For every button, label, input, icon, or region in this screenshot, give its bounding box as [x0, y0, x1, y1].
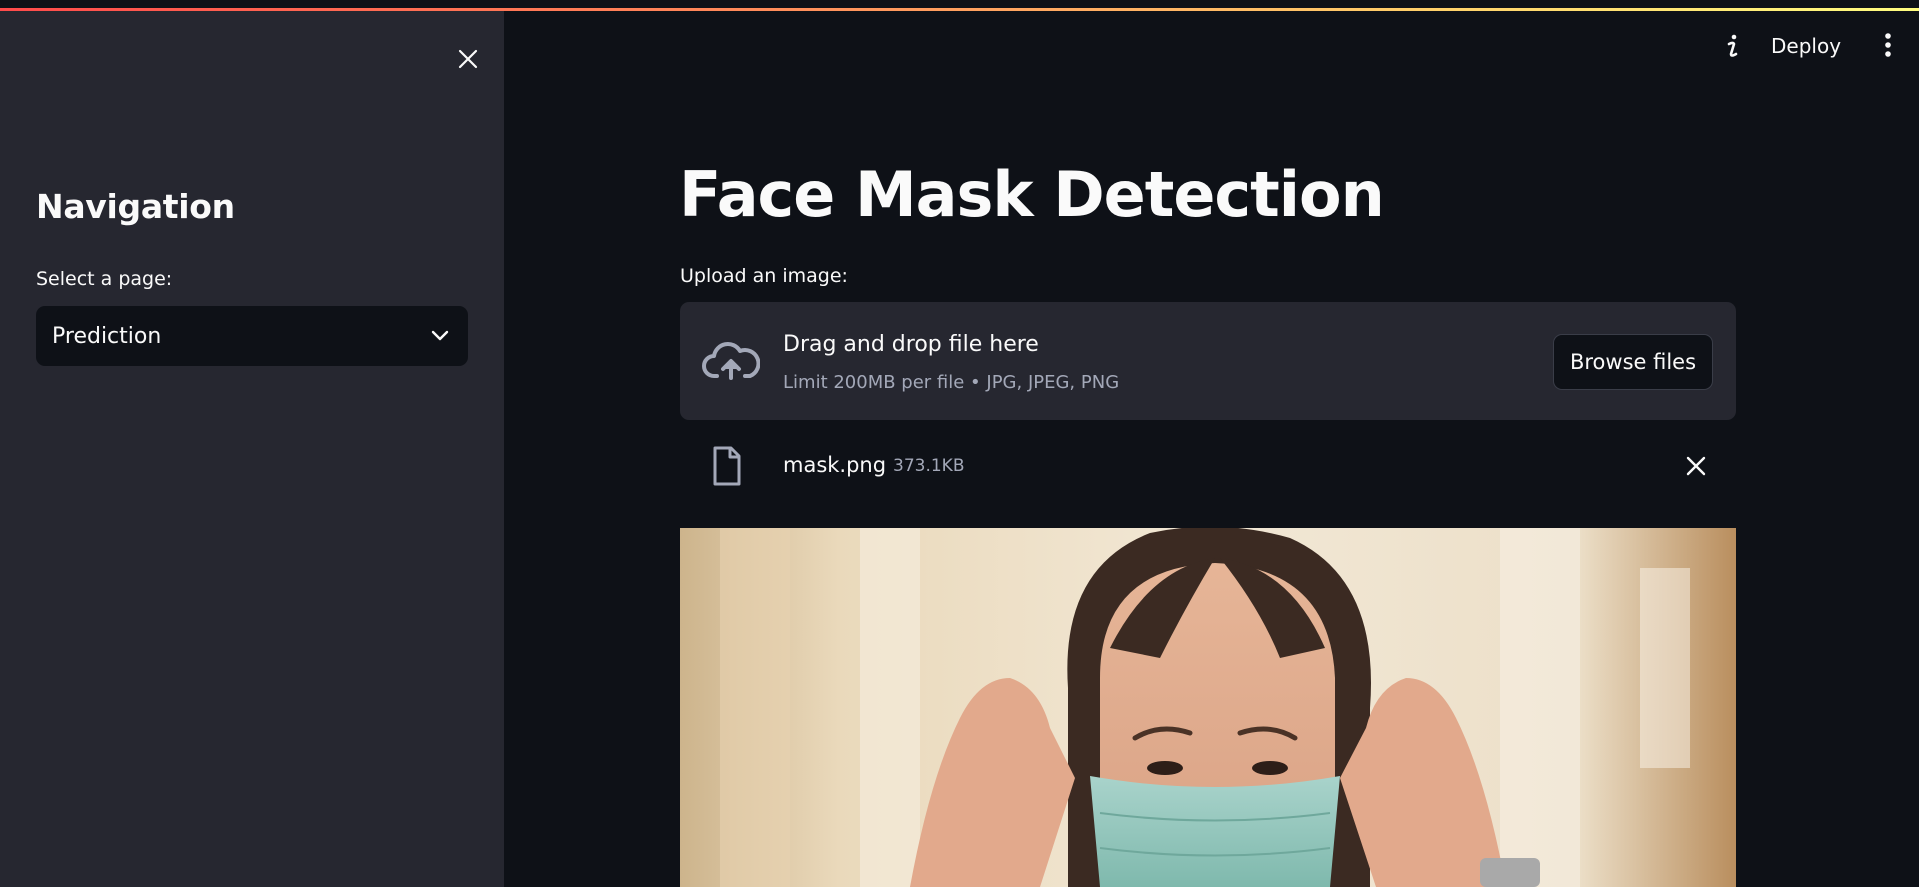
info-icon: [1727, 34, 1738, 57]
upload-label: Upload an image:: [680, 265, 848, 287]
sidebar: Navigation Select a page: Prediction: [0, 11, 504, 887]
close-icon: [458, 49, 478, 69]
remove-file-button[interactable]: [1680, 450, 1712, 482]
cloud-upload-icon: [702, 341, 760, 380]
dropzone-title: Drag and drop file here: [783, 332, 1039, 357]
dropzone-limits: Limit 200MB per file • JPG, JPEG, PNG: [783, 372, 1120, 393]
deploy-button[interactable]: Deploy: [1771, 30, 1841, 62]
main-menu-button[interactable]: [1873, 28, 1903, 62]
uploaded-file-item: mask.png 373.1KB: [680, 440, 1736, 492]
face-mask-photo: [680, 528, 1736, 887]
about-button[interactable]: [1718, 30, 1748, 62]
uploaded-file-size: 373.1KB: [893, 456, 965, 476]
uploaded-image-preview: [680, 528, 1736, 887]
file-dropzone[interactable]: Drag and drop file here Limit 200MB per …: [680, 302, 1736, 420]
top-decoration-bar: [0, 0, 1919, 11]
page-select-value: Prediction: [52, 323, 162, 349]
chevron-down-icon: [428, 324, 452, 348]
page-select-label: Select a page:: [36, 268, 173, 290]
page-select[interactable]: Prediction: [36, 306, 468, 366]
uploaded-file-name: mask.png: [783, 453, 887, 477]
close-sidebar-button[interactable]: [453, 44, 483, 74]
more-vertical-icon: [1885, 33, 1891, 57]
page-title: Face Mask Detection: [679, 158, 1385, 231]
close-icon: [1686, 456, 1706, 476]
browse-files-button[interactable]: Browse files: [1553, 334, 1713, 390]
file-icon: [713, 446, 741, 486]
sidebar-title: Navigation: [36, 187, 235, 226]
